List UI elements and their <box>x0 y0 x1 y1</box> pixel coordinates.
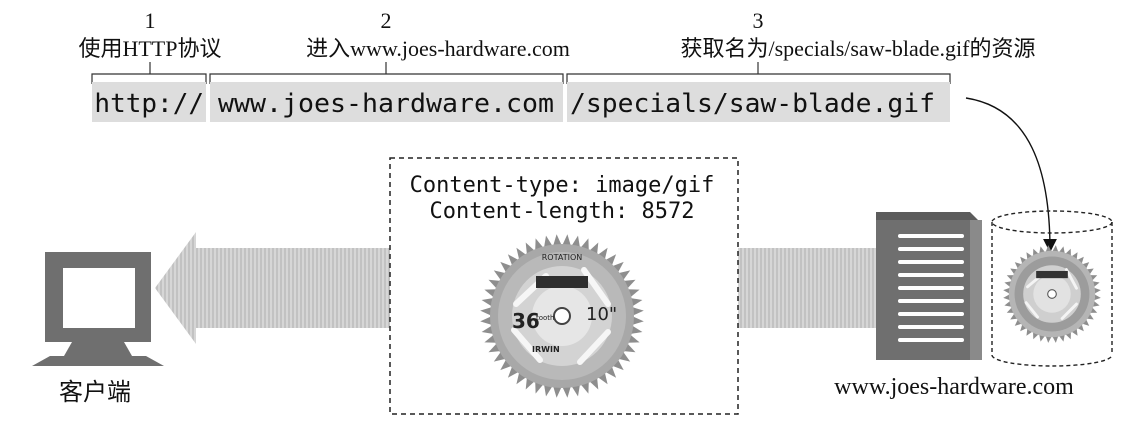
url-host: www.joes-hardware.com <box>218 89 554 119</box>
blade-brand: IRWIN <box>532 345 560 354</box>
blade-diameter: 10" <box>586 304 617 325</box>
callout-3-number: 3 <box>753 8 764 33</box>
transfer-band-right <box>738 248 876 328</box>
client-label: 客户端 <box>59 379 131 406</box>
blade-teeth-word: tooth <box>536 314 555 322</box>
callout-1-label: 使用HTTP协议 <box>78 36 221 61</box>
callout-3-label: 获取名为/specials/saw-blade.gif的资源 <box>681 36 1036 61</box>
callout-2-number: 2 <box>381 8 392 33</box>
client-computer-icon <box>32 252 164 366</box>
diagram-canvas: 1 使用HTTP协议 2 进入www.joes-hardware.com 3 获… <box>32 8 1113 415</box>
callout-1-number: 1 <box>145 8 156 33</box>
server-tower-icon <box>876 212 982 360</box>
transfer-arrowhead-icon <box>155 232 196 344</box>
http-url-diagram: 1 使用HTTP协议 2 进入www.joes-hardware.com 3 获… <box>0 0 1134 424</box>
callout-2-label: 进入www.joes-hardware.com <box>306 36 570 61</box>
stored-saw-blade-icon <box>1003 245 1101 343</box>
content-length-header: Content-length: 8572 <box>430 199 695 224</box>
blade-rotation-text: ROTATION <box>542 253 583 262</box>
url-scheme: http:// <box>94 89 204 119</box>
server-label: www.joes-hardware.com <box>834 374 1074 400</box>
url-path: /specials/saw-blade.gif <box>570 89 935 119</box>
transfer-band-left <box>196 248 390 328</box>
callout-brackets <box>91 62 951 84</box>
content-type-header: Content-type: image/gif <box>410 173 715 198</box>
